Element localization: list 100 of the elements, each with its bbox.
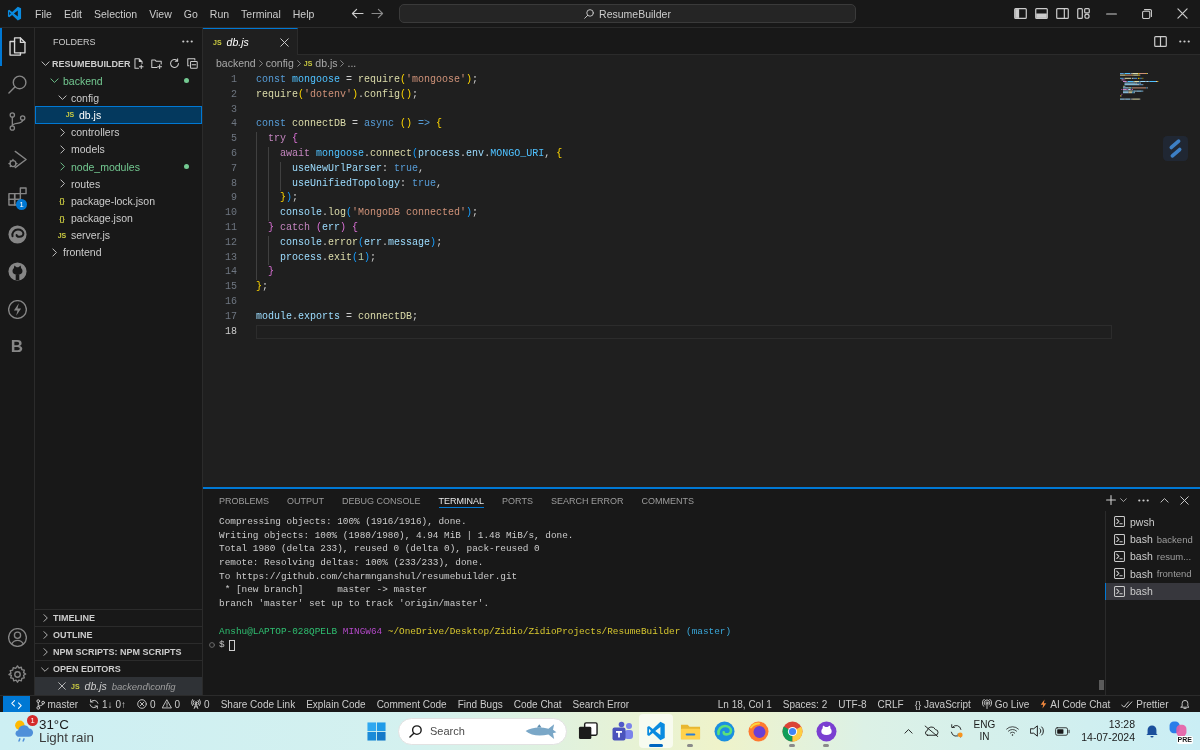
colorful-logo-icon[interactable]: [1169, 721, 1187, 737]
panel-tab[interactable]: COMMENTS: [641, 492, 694, 508]
status-item[interactable]: 1↓ 0↑: [83, 696, 132, 712]
plus-icon[interactable]: [1106, 495, 1116, 505]
scrollbar-thumb[interactable]: [1099, 680, 1104, 690]
menu-item[interactable]: File: [29, 5, 58, 22]
bell-icon[interactable]: [1146, 724, 1158, 738]
status-item[interactable]: Search Error: [567, 696, 635, 712]
menu-item[interactable]: Selection: [88, 5, 144, 22]
status-item[interactable]: AI Code Chat: [1034, 696, 1116, 712]
terminal-instance[interactable]: pwsh: [1105, 513, 1200, 531]
breadcrumb[interactable]: config: [265, 57, 294, 69]
new-folder-icon[interactable]: [150, 58, 162, 69]
line-number: 9: [230, 191, 237, 206]
collapse-all-icon[interactable]: [186, 58, 198, 69]
status-item[interactable]: Ln 18, Col 1: [712, 696, 778, 712]
account-icon[interactable]: [7, 628, 27, 647]
forward-arrow-icon[interactable]: [371, 8, 384, 19]
status-item[interactable]: Comment Code: [371, 696, 453, 712]
section-header[interactable]: NPM SCRIPTS: NPM SCRIPTS: [35, 643, 202, 660]
wifi-icon[interactable]: [1006, 726, 1020, 736]
left-panel-icon[interactable]: [1013, 8, 1027, 19]
breadcrumb[interactable]: ...: [347, 57, 357, 69]
activity-button[interactable]: B: [0, 328, 34, 366]
panel-tab[interactable]: DEBUG CONSOLE: [342, 492, 421, 508]
status-item[interactable]: Prettier: [1115, 696, 1174, 712]
tree-item[interactable]: node_modules: [35, 157, 202, 176]
status-item[interactable]: 0: [185, 696, 216, 712]
line-number: 2: [230, 87, 237, 102]
menu-item[interactable]: Edit: [57, 5, 88, 22]
panel-tab[interactable]: SEARCH ERROR: [550, 492, 624, 508]
status-item[interactable]: Find Bugs: [452, 696, 509, 712]
section-header[interactable]: TIMELINE: [35, 609, 202, 626]
ellipsis-icon[interactable]: [182, 40, 193, 43]
restore-icon[interactable]: [1141, 8, 1152, 19]
terminal-instance[interactable]: bash backend: [1105, 530, 1200, 548]
close-icon[interactable]: [58, 682, 66, 690]
panel-tab[interactable]: TERMINAL: [438, 492, 485, 508]
prompt-symbol: $: [219, 638, 225, 652]
section-header[interactable]: OUTLINE: [35, 626, 202, 643]
panel-tab[interactable]: OUTPUT: [287, 492, 324, 508]
close-icon[interactable]: [1176, 8, 1188, 19]
tree-item[interactable]: config: [35, 89, 202, 107]
status-item[interactable]: Go Live: [976, 696, 1035, 712]
diagonal-bars-icon[interactable]: [1163, 136, 1188, 161]
ellipsis-icon[interactable]: [1179, 39, 1190, 43]
menu-item[interactable]: Go: [177, 5, 204, 22]
bottom-panel-icon[interactable]: [1034, 8, 1048, 19]
split-editor-icon[interactable]: [1154, 35, 1167, 47]
ellipsis-icon[interactable]: [1138, 498, 1149, 502]
status-item[interactable]: master: [30, 696, 84, 712]
settings-icon[interactable]: [7, 665, 27, 684]
terminal-instance[interactable]: bash resum...: [1105, 547, 1200, 566]
back-arrow-icon[interactable]: [351, 8, 364, 19]
panel-tab[interactable]: PORTS: [502, 492, 533, 508]
cloud-off-icon[interactable]: [923, 725, 939, 737]
menu-item[interactable]: Help: [286, 5, 321, 22]
status-item[interactable]: CRLF: [872, 696, 910, 712]
right-panel-icon[interactable]: [1055, 8, 1069, 19]
menu-item[interactable]: View: [143, 5, 178, 22]
tree-item[interactable]: controllers: [35, 123, 202, 141]
status-item[interactable]: Share Code Link: [215, 696, 301, 712]
command-center[interactable]: ResumeBuilder: [399, 4, 856, 23]
tree-item[interactable]: models: [35, 140, 202, 158]
close-icon[interactable]: [280, 37, 289, 47]
chevron-down-icon[interactable]: [1120, 498, 1127, 502]
panel-tab[interactable]: PROBLEMS: [219, 492, 269, 508]
status-item[interactable]: UTF-8: [832, 696, 873, 712]
status-item[interactable]: Code Chat: [508, 696, 567, 712]
status-item[interactable]: 0 0: [131, 696, 186, 712]
sync-icon[interactable]: [949, 724, 963, 738]
battery-icon[interactable]: [1055, 726, 1071, 736]
minimize-icon[interactable]: [1105, 12, 1117, 15]
status-item[interactable]: {} JavaScript: [909, 696, 977, 712]
chevron-up-icon[interactable]: [903, 728, 913, 734]
menu-item[interactable]: Run: [203, 5, 236, 22]
terminal-instance[interactable]: bash frontend: [1105, 565, 1200, 583]
layout-icon[interactable]: [1076, 8, 1090, 19]
tree-item[interactable]: backend: [35, 72, 202, 90]
status-item[interactable]: Spaces: 2: [777, 696, 833, 712]
new-file-icon[interactable]: [132, 58, 144, 69]
terminal-line: Anshu@LAPTOP-028QPELB MINGW64 ~/OneDrive/Desktop/Zidio/ZidioProjects/ResumeBuilder (master): [219, 624, 733, 639]
tree-item[interactable]: routes: [35, 175, 202, 193]
bell-icon[interactable]: [1179, 699, 1190, 709]
close-icon[interactable]: [1180, 495, 1189, 505]
tree-item[interactable]: frontend: [35, 243, 202, 262]
refresh-icon[interactable]: [168, 58, 180, 69]
four-squares-icon[interactable]: [366, 721, 386, 741]
terminal-instance[interactable]: bash: [1105, 582, 1200, 600]
search-field[interactable]: Search: [398, 717, 567, 745]
language-indicator[interactable]: ENG IN: [973, 719, 996, 743]
status-item[interactable]: Explain Code: [300, 696, 372, 712]
code-line: useUnifiedTopology: true,: [256, 176, 443, 192]
volume-icon[interactable]: [1030, 725, 1045, 737]
lightning-icon: [1040, 699, 1048, 709]
folder-header[interactable]: RESUMEBUILDER: [35, 55, 202, 72]
clock[interactable]: 13:28 14-07-2024: [1081, 718, 1135, 744]
breadcrumb[interactable]: backend: [216, 57, 256, 69]
remote-button[interactable]: [3, 696, 30, 712]
menu-item[interactable]: Terminal: [235, 5, 287, 22]
